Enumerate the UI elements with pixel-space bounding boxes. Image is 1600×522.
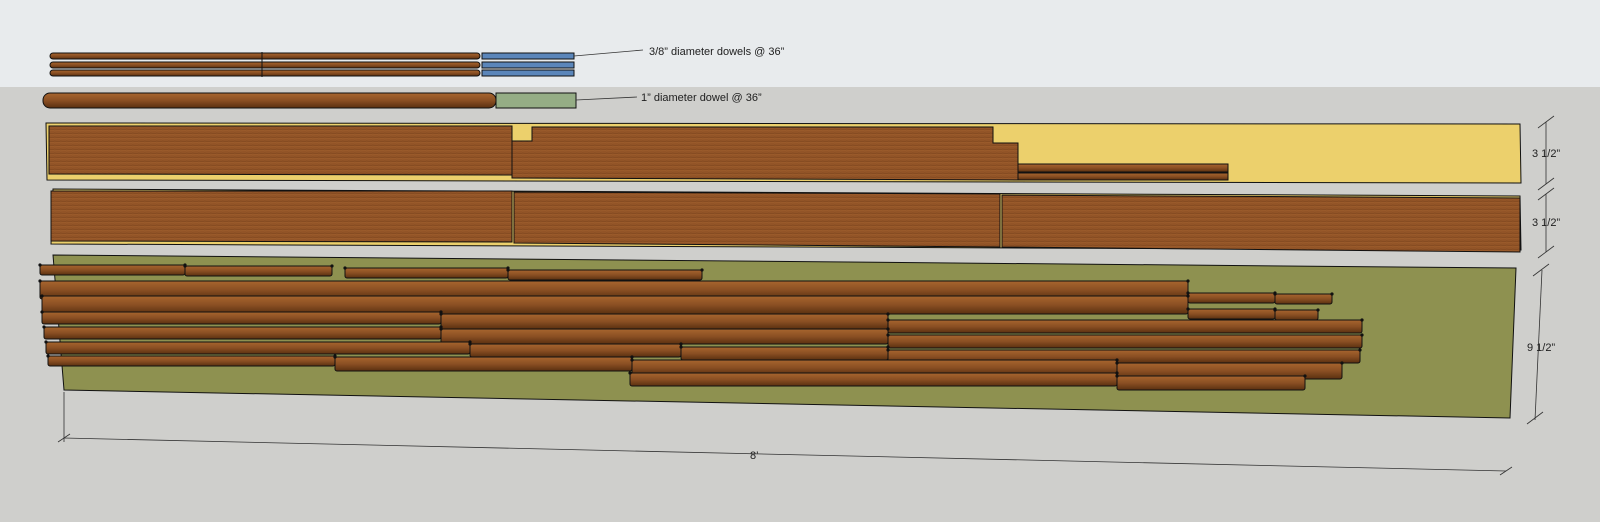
vertex-dot	[343, 266, 347, 270]
plank-strip	[1116, 375, 1306, 391]
plank-strip	[41, 311, 442, 325]
vertex-dot	[1186, 294, 1190, 298]
small-dowel-offcut	[481, 61, 575, 69]
vertex-dot	[330, 264, 334, 268]
vertex-dot	[886, 327, 890, 331]
plank-strip	[440, 313, 889, 330]
plank-strip	[43, 326, 442, 340]
vertex-dot	[1186, 279, 1190, 283]
vertex-dot	[40, 294, 44, 298]
plank-strip	[1274, 309, 1319, 321]
vertex-dot	[183, 264, 187, 268]
vertex-dot	[679, 345, 683, 349]
plank-strip	[184, 265, 333, 277]
board-1-strip	[1017, 172, 1229, 181]
plank	[38, 254, 1550, 425]
board-1-piece	[511, 126, 1019, 181]
small-dowel	[49, 61, 481, 69]
large-dowel	[42, 92, 497, 109]
large-dowel-offcut	[495, 92, 577, 109]
vertex-dot	[1115, 361, 1119, 365]
vertex-dot	[40, 310, 44, 314]
plank-strip	[1274, 293, 1333, 305]
vertex-dot	[1273, 308, 1277, 312]
plank-strip	[629, 372, 1118, 387]
plank-strip	[1187, 292, 1276, 304]
large-dowel-label: 1” diameter dowel @ 36”	[641, 92, 762, 104]
vertex-dot	[1316, 308, 1320, 312]
vertex-dot	[42, 325, 46, 329]
board-2-width-label: 3 1/2”	[1532, 217, 1561, 229]
plank-strip	[39, 264, 186, 276]
small-dowel	[49, 52, 481, 60]
vertex-dot	[1115, 371, 1119, 375]
vertex-dot	[506, 268, 510, 272]
board-1	[45, 115, 1555, 191]
small-dowel-offcut	[481, 69, 575, 77]
vertex-dot	[439, 327, 443, 331]
vertex-dot	[886, 312, 890, 316]
vertex-dot	[38, 263, 42, 267]
dimension-line	[63, 437, 1507, 472]
board-1-strip	[1017, 163, 1229, 173]
vertex-dot	[628, 371, 632, 375]
vertex-dot	[679, 342, 683, 346]
vertex-dot	[1330, 292, 1334, 296]
plank-strip	[887, 319, 1363, 334]
vertex-dot	[1360, 318, 1364, 322]
small-dowels-group	[49, 49, 644, 77]
vertex-dot	[1115, 374, 1119, 378]
small-dowels-label: 3/8” diameter dowels @ 36”	[649, 46, 785, 58]
vertex-dot	[886, 333, 890, 337]
plank-strip	[334, 356, 633, 372]
plank-strip	[507, 269, 703, 281]
vertex-dot	[630, 358, 634, 362]
plank-strip	[45, 341, 471, 355]
vertex-dot	[1340, 361, 1344, 365]
vertex-dot	[1358, 348, 1362, 352]
board-1-piece	[48, 125, 513, 176]
plank-strip	[440, 328, 889, 345]
vertex-dot	[700, 268, 704, 272]
length-label: 8’	[750, 450, 759, 462]
vertex-dot	[1186, 307, 1190, 311]
vertex-dot	[333, 355, 337, 359]
board-2	[50, 187, 1555, 259]
vertex-dot	[1360, 333, 1364, 337]
vertex-dot	[1115, 358, 1119, 362]
cut-layout-drawing	[0, 0, 1600, 476]
vertex-dot	[38, 279, 42, 283]
vertex-dot	[886, 345, 890, 349]
vertex-dot	[630, 355, 634, 359]
vertex-dot	[439, 312, 443, 316]
vertex-dot	[44, 340, 48, 344]
vertex-dot	[1303, 374, 1307, 378]
board-2-piece	[1001, 194, 1521, 253]
vertex-dot	[46, 354, 50, 358]
plank-strip	[1187, 308, 1276, 320]
board-1-width-label: 3 1/2”	[1532, 148, 1561, 160]
vertex-dot	[1273, 292, 1277, 296]
plank-strip	[47, 355, 336, 367]
plank-strip	[41, 295, 1189, 315]
vertex-dot	[468, 342, 472, 346]
board-2-piece	[50, 190, 513, 243]
vertex-dot	[886, 348, 890, 352]
large-dowel-group	[42, 92, 638, 109]
callout-leader	[575, 96, 638, 101]
vertex-dot	[1186, 291, 1190, 295]
plank-width-label: 9 1/2”	[1527, 342, 1556, 354]
plank-strip	[469, 343, 682, 358]
plank-strip	[680, 346, 889, 361]
vertex-dot	[886, 318, 890, 322]
plank-strip	[344, 267, 509, 279]
plank-strip	[887, 334, 1363, 349]
small-dowel-offcut	[481, 52, 575, 60]
small-dowel	[49, 69, 481, 77]
cut-diagram-canvas: 3/8” diameter dowels @ 36” 1” diameter d…	[0, 0, 1600, 517]
board-2-piece	[513, 191, 1001, 248]
